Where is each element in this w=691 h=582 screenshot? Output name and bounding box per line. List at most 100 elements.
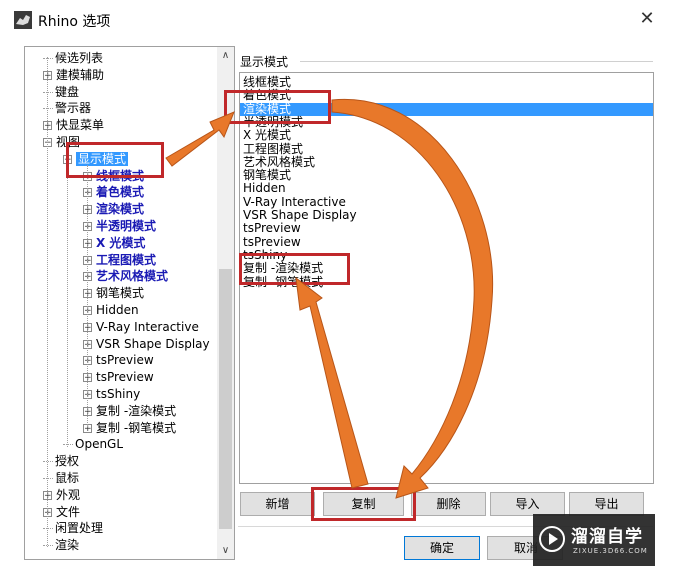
display-mode-item[interactable]: 钢笔模式 (243, 169, 291, 182)
delete-button[interactable]: 删除 (411, 492, 486, 516)
tree-item[interactable]: 键盘 (43, 84, 79, 101)
tree-item-label: 文件 (56, 504, 81, 519)
tree-item[interactable]: + V-Ray Interactive (83, 319, 199, 336)
tree-item[interactable]: 授权 (43, 453, 79, 470)
tree-item[interactable]: + 线框模式 (83, 168, 144, 185)
tree-item-label: 线框模式 (96, 168, 145, 183)
display-mode-item[interactable]: V-Ray Interactive (243, 195, 346, 209)
tree-item[interactable]: + 文件 (43, 504, 80, 521)
watermark-title: 溜溜自学 (571, 527, 643, 547)
tree-item[interactable]: 渲染 (43, 537, 79, 554)
tree-item-label: 键盘 (55, 84, 80, 99)
tree-item-label: 建模辅助 (56, 67, 105, 82)
export-button[interactable]: 导出 (569, 492, 644, 516)
tree-item[interactable]: + tsPreview (83, 352, 154, 369)
tree-item[interactable]: − 视图 (43, 134, 80, 151)
tree-item[interactable]: + 建模辅助 (43, 67, 104, 84)
tree-item-label: 复制 -渲染模式 (96, 403, 177, 418)
tree-item-label: 授权 (55, 454, 80, 469)
display-mode-item[interactable]: 着色模式 (243, 89, 291, 102)
options-tree[interactable]: 候选列表 + 建模辅助 键盘 警示器 + 快显菜单 − 视图 − 显示模式 + 线框模式 + 着色模式 + 渲染… (24, 46, 235, 560)
display-mode-item[interactable]: Hidden (243, 182, 286, 195)
tree-item[interactable]: + 工程图模式 (83, 252, 156, 269)
tree-item-label: 闲置处理 (55, 521, 104, 536)
display-mode-item[interactable]: 复制 -钢笔模式 (243, 275, 323, 289)
import-button[interactable]: 导入 (490, 492, 565, 516)
display-mode-item[interactable]: tsShiny (243, 248, 287, 262)
tree-item-label: 着色模式 (96, 185, 145, 200)
tree-item[interactable]: + 快显菜单 (43, 117, 104, 134)
tree-connector (43, 528, 53, 530)
tree-guide-line (87, 165, 88, 427)
tree-item[interactable]: + 半透明模式 (83, 218, 156, 235)
tree-connector (43, 478, 53, 479)
tree-item[interactable]: + 艺术风格模式 (83, 268, 168, 285)
tree-item-label: VSR Shape Display (96, 336, 210, 351)
display-modes-group-label: 显示模式 (240, 55, 289, 69)
tree-item-label: tsPreview (96, 353, 154, 368)
tree-item-label: tsPreview (96, 370, 154, 385)
tree-item[interactable]: 候选列表 (43, 50, 103, 67)
tree-item-label: 艺术风格模式 (96, 269, 169, 284)
tree-item[interactable]: + 着色模式 (83, 184, 144, 201)
tree-connector (63, 444, 73, 446)
tree-guide-line (67, 147, 68, 447)
rhino-app-icon (14, 11, 32, 29)
tree-item[interactable]: + 钢笔模式 (83, 285, 144, 302)
tree-item-label: 显示模式 (76, 151, 129, 166)
tree-item[interactable]: + 渲染模式 (83, 201, 144, 218)
scroll-down-icon[interactable]: ∨ (217, 542, 234, 559)
tree-connector (43, 545, 53, 547)
new-button[interactable]: 新增 (240, 492, 315, 516)
group-divider (300, 61, 653, 62)
tree-item[interactable]: + 复制 -渲染模式 (83, 403, 176, 420)
tree-item-label: tsShiny (96, 387, 141, 401)
tree-scrollbar[interactable]: ∧ ∨ (217, 47, 234, 559)
tree-item[interactable]: + tsPreview (83, 369, 154, 386)
tree-item-label: 工程图模式 (96, 252, 157, 267)
tree-item[interactable]: 鼠标 (43, 470, 79, 487)
tree-item[interactable]: OpenGL (63, 436, 123, 453)
tree-connector (43, 58, 53, 59)
copy-button[interactable]: 复制 (323, 492, 404, 516)
display-mode-item[interactable]: 艺术风格模式 (243, 155, 315, 169)
tree-item-label: 候选列表 (55, 51, 104, 65)
display-mode-item[interactable]: tsPreview (243, 235, 301, 249)
tree-item[interactable]: + VSR Shape Display (83, 336, 210, 353)
tree-item-label: 半透明模式 (96, 219, 157, 233)
tree-item-label: 渲染 (55, 538, 80, 553)
tree-item-label: 鼠标 (55, 471, 80, 485)
tree-item-label: 渲染模式 (96, 202, 145, 217)
display-mode-item[interactable]: X 光模式 (243, 129, 291, 142)
close-icon[interactable]: ✕ (636, 8, 658, 30)
display-mode-list[interactable]: 线框模式 着色模式 渲染模式 半透明模式 X 光模式 工程图模式 艺术风格模式 钢笔模式 Hid… (239, 72, 654, 484)
display-mode-item[interactable]: tsPreview (243, 222, 301, 235)
tree-item[interactable]: + Hidden (83, 302, 139, 319)
tree-item-label: X 光模式 (96, 235, 146, 250)
watermark-subtitle: ZIXUE.3D66.COM (573, 547, 648, 555)
tree-item[interactable]: 闲置处理 (43, 520, 103, 537)
display-mode-item[interactable]: 渲染模式 (240, 102, 653, 116)
window-title: Rhino 选项 (38, 14, 111, 30)
display-mode-item[interactable]: 半透明模式 (243, 115, 303, 129)
display-mode-item[interactable]: VSR Shape Display (243, 209, 357, 222)
tree-connector (43, 461, 53, 463)
ok-button[interactable]: 确定 (404, 536, 480, 560)
tree-item-label: V-Ray Interactive (96, 319, 199, 334)
tree-item[interactable]: 警示器 (43, 100, 91, 117)
tree-item-label: 外观 (56, 487, 81, 502)
tree-item[interactable]: + 复制 -钢笔模式 (83, 420, 176, 437)
display-mode-item[interactable]: 工程图模式 (243, 142, 303, 156)
tree-item[interactable]: + X 光模式 (83, 235, 145, 252)
scroll-up-icon[interactable]: ∧ (217, 47, 234, 64)
watermark-logo: 溜溜自学 ZIXUE.3D66.COM (533, 514, 655, 566)
tree-item[interactable]: + 外观 (43, 487, 80, 504)
scroll-thumb[interactable] (219, 269, 232, 529)
display-mode-item[interactable]: 复制 -渲染模式 (243, 262, 323, 275)
tree-item-label: 复制 -钢笔模式 (96, 420, 177, 435)
title-bar: Rhino 选项 ✕ (0, 0, 691, 40)
tree-item[interactable]: − 显示模式 (63, 151, 129, 168)
tree-item[interactable]: + tsShiny (83, 386, 140, 403)
tree-item-label: 钢笔模式 (96, 286, 145, 301)
tree-item-label: 快显菜单 (56, 118, 105, 133)
